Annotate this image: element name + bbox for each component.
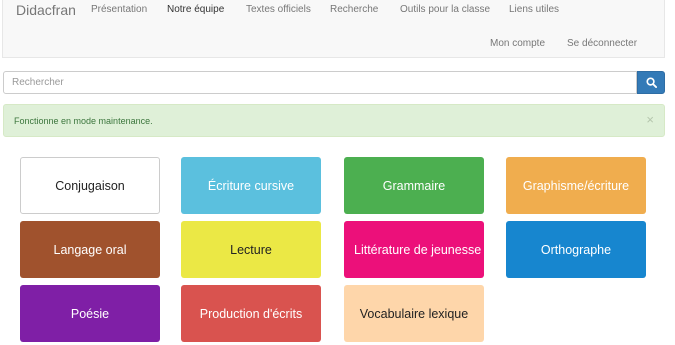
- tile-ecriture-cursive[interactable]: Écriture cursive: [181, 157, 321, 214]
- nav-se-deconnecter[interactable]: Se déconnecter: [567, 38, 637, 49]
- top-navbar: Didacfran Présentation Notre équipe Text…: [2, 0, 665, 58]
- tile-conjugaison[interactable]: Conjugaison: [20, 157, 160, 214]
- nav-textes-officiels[interactable]: Textes officiels: [246, 4, 311, 15]
- tile-grammaire[interactable]: Grammaire: [344, 157, 484, 214]
- tile-langage-oral[interactable]: Langage oral: [20, 221, 160, 278]
- brand-link[interactable]: Didacfran: [16, 2, 76, 18]
- tile-graphisme-ecriture[interactable]: Graphisme/écriture: [506, 157, 646, 214]
- nav-liens-utiles[interactable]: Liens utiles: [509, 4, 559, 15]
- nav-outils-classe[interactable]: Outils pour la classe: [400, 4, 490, 15]
- nav-recherche[interactable]: Recherche: [330, 4, 378, 15]
- search-input[interactable]: [3, 71, 637, 94]
- tile-litterature-jeunesse[interactable]: Littérature de jeunesse: [344, 221, 484, 278]
- nav-notre-equipe[interactable]: Notre équipe: [167, 4, 224, 15]
- tile-vocabulaire-lexique[interactable]: Vocabulaire lexique: [344, 285, 484, 342]
- maintenance-alert: Fonctionne en mode maintenance. ×: [3, 104, 665, 137]
- tile-orthographe[interactable]: Orthographe: [506, 221, 646, 278]
- nav-mon-compte[interactable]: Mon compte: [490, 38, 545, 49]
- search-button[interactable]: [637, 71, 665, 94]
- alert-message: Fonctionne en mode maintenance.: [14, 116, 153, 126]
- nav-presentation[interactable]: Présentation: [91, 4, 147, 15]
- close-icon[interactable]: ×: [646, 112, 654, 127]
- search-bar: [3, 71, 665, 94]
- tile-lecture[interactable]: Lecture: [181, 221, 321, 278]
- tile-poesie[interactable]: Poésie: [20, 285, 160, 342]
- tile-production-ecrits[interactable]: Production d'écrits: [181, 285, 321, 342]
- search-icon: [645, 77, 657, 88]
